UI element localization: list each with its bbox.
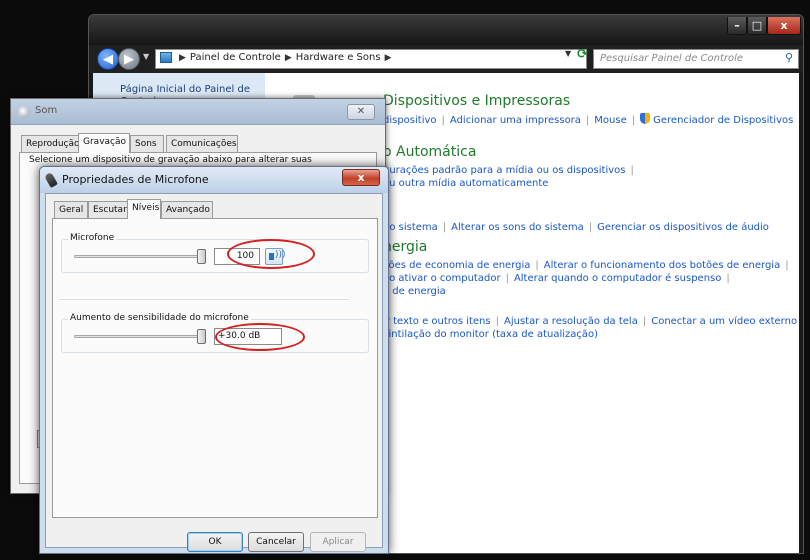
sound-dialog-title: Som [35,105,58,116]
section-links-devices: dispositivo | Adicionar uma impressora | Mou… [383,113,794,126]
sound-waves-icon: ))) [275,250,286,260]
refresh-icon[interactable]: ⟳ [577,47,588,62]
levels-tab-panel: Microfone 100 ))) Aumento de sensibilida… [52,218,378,518]
sound-dialog-close-button[interactable]: ✕ [347,104,375,120]
microphone-boost-group: Aumento de sensibilidade do microfone +3… [61,313,369,353]
tab-communications[interactable]: Comunicações [166,135,238,153]
autoplay-defaults-link[interactable]: gurações padrão para a mídia ou os dispo… [383,165,625,176]
breadcrumb-hardware-sound[interactable]: Hardware e Sons [296,52,381,63]
system-volume-link[interactable]: do sistema [383,222,438,233]
microphone-boost-slider[interactable] [197,329,206,344]
microphone-boost-value[interactable]: +30.0 dB [214,328,282,345]
mute-toggle-button[interactable]: ))) [265,248,286,265]
search-input[interactable]: Pesquisar Painel de Controle ⚲ [593,49,799,69]
microphone-dialog-title: Propriedades de Microfone [62,173,209,186]
tab-playback[interactable]: Reprodução [21,135,80,153]
screen-resolution-link[interactable]: Ajustar a resolução da tela [504,316,638,327]
search-icon[interactable]: ⚲ [785,51,793,64]
microphone-volume-value[interactable]: 100 [214,248,260,265]
chevron-down-icon: ▼ [143,52,150,61]
address-bar: ◀ ▶ ▼ ▶ Painel de Controle ▶ Hardware e Son… [89,45,803,73]
forward-button[interactable]: ▶ [118,48,140,70]
admin-shield-icon [640,113,651,124]
mouse-link[interactable]: Mouse [594,115,626,126]
power-buttons-link[interactable]: Alterar o funcionamento dos botões de en… [544,260,780,271]
maximize-button[interactable]: □ [747,17,767,35]
wake-password-link[interactable]: ao ativar o computador [383,273,501,284]
microphone-icon [44,171,58,189]
tab-listen[interactable]: Escutar [88,201,128,219]
microphone-dialog-titlebar[interactable]: Propriedades de Microfone x [40,167,388,193]
tab-sounds[interactable]: Sons [130,135,164,153]
speaker-icon [269,253,274,260]
recording-instruction-text: Selecione um dispositivo de gravação aba… [29,155,312,165]
control-panel-icon [160,52,172,63]
section-title-devices[interactable]: Dispositivos e Impressoras [383,93,793,109]
refresh-rate-link[interactable]: cintilação do monitor (taxa de atualizaç… [383,329,598,340]
ok-button[interactable]: OK [187,532,243,552]
close-button[interactable]: x [767,17,801,35]
device-manager-link[interactable]: Gerenciador de Dispositivos [653,115,793,126]
section-divider [59,299,349,300]
sound-section: do sistema | Alterar os sons do sistema | Ge… [383,217,769,234]
microphone-boost-label: Aumento de sensibilidade do microfone [68,313,251,323]
display-section: ir texto e outros itens | Ajustar a resolu… [383,311,803,341]
manage-audio-devices-link[interactable]: Gerenciar os dispositivos de áudio [597,222,769,233]
section-links-sound: do sistema | Alterar os sons do sistema | Ge… [383,222,769,233]
power-saving-link[interactable]: ções de economia de energia [383,260,530,271]
autoplay-media-link[interactable]: ou outra mídia automaticamente [383,178,548,189]
section-title-autoplay[interactable]: o Automática [383,144,639,160]
back-button[interactable]: ◀ [97,48,119,70]
add-device-link[interactable]: dispositivo [383,115,437,126]
section-links-autoplay: gurações padrão para a mídia ou os dispo… [383,165,634,189]
address-field[interactable]: ▶ Painel de Controle ▶ Hardware e Sons ▶ [155,49,587,69]
arrow-left-icon: ◀ [103,52,113,67]
microphone-level-label: Microfone [68,233,117,243]
power-plan-link[interactable]: o de energia [383,286,446,297]
recent-pages-dropdown[interactable]: ▼ [143,52,149,61]
tab-recording[interactable]: Gravação [78,133,130,153]
microphone-dialog-close-button[interactable]: x [342,169,380,186]
tab-general[interactable]: Geral [54,201,88,219]
speaker-icon [18,106,30,118]
control-panel-titlebar[interactable]: – □ x [89,15,803,45]
microphone-properties-dialog: Propriedades de Microfone x Geral Escuta… [39,166,389,554]
microphone-dialog-body: Geral Escutar Níveis Avançado Microfone … [45,193,383,552]
apply-button[interactable]: Aplicar [310,532,366,552]
chevron-down-icon: ▼ [565,49,572,58]
add-printer-link[interactable]: Adicionar uma impressora [450,115,581,126]
sound-dialog-titlebar[interactable]: Som ✕ [11,99,385,125]
section-title-power[interactable]: nergia [383,239,794,255]
devices-printers-section: Dispositivos e Impressoras dispositivo | A… [383,93,793,127]
minimize-button[interactable]: – [727,17,747,35]
cancel-button[interactable]: Cancelar [248,532,304,552]
section-links-power: ções de economia de energia | Alterar o fu… [383,260,789,297]
external-display-link[interactable]: Conectar a um vídeo externo [651,316,797,327]
tab-levels[interactable]: Níveis [127,199,161,219]
power-options-section: nergia ções de economia de energia | Alter… [383,239,794,298]
address-dropdown-button[interactable]: ▼ [565,49,571,58]
arrow-right-icon: ▶ [124,52,134,67]
microphone-volume-slider[interactable] [197,249,206,264]
breadcrumb-separator-icon: ▶ [179,52,186,63]
change-system-sounds-link[interactable]: Alterar os sons do sistema [451,222,584,233]
text-size-link[interactable]: ir texto e outros itens [383,316,491,327]
microphone-boost-track[interactable] [74,335,206,338]
section-links-display: ir texto e outros itens | Ajustar a resolu… [383,316,803,340]
breadcrumb-separator-icon: ▶ [284,52,292,63]
tab-advanced[interactable]: Avançado [161,201,213,219]
breadcrumb-separator-icon: ▶ [384,52,392,63]
autoplay-section: o Automática gurações padrão para a mídi… [383,144,639,190]
sleep-settings-link[interactable]: Alterar quando o computador é suspenso [514,273,721,284]
search-placeholder: Pesquisar Painel de Controle [600,53,744,64]
breadcrumb-control-panel[interactable]: Painel de Controle [190,52,281,63]
microphone-level-group: Microfone 100 ))) [61,233,369,273]
microphone-volume-track[interactable] [74,255,206,258]
